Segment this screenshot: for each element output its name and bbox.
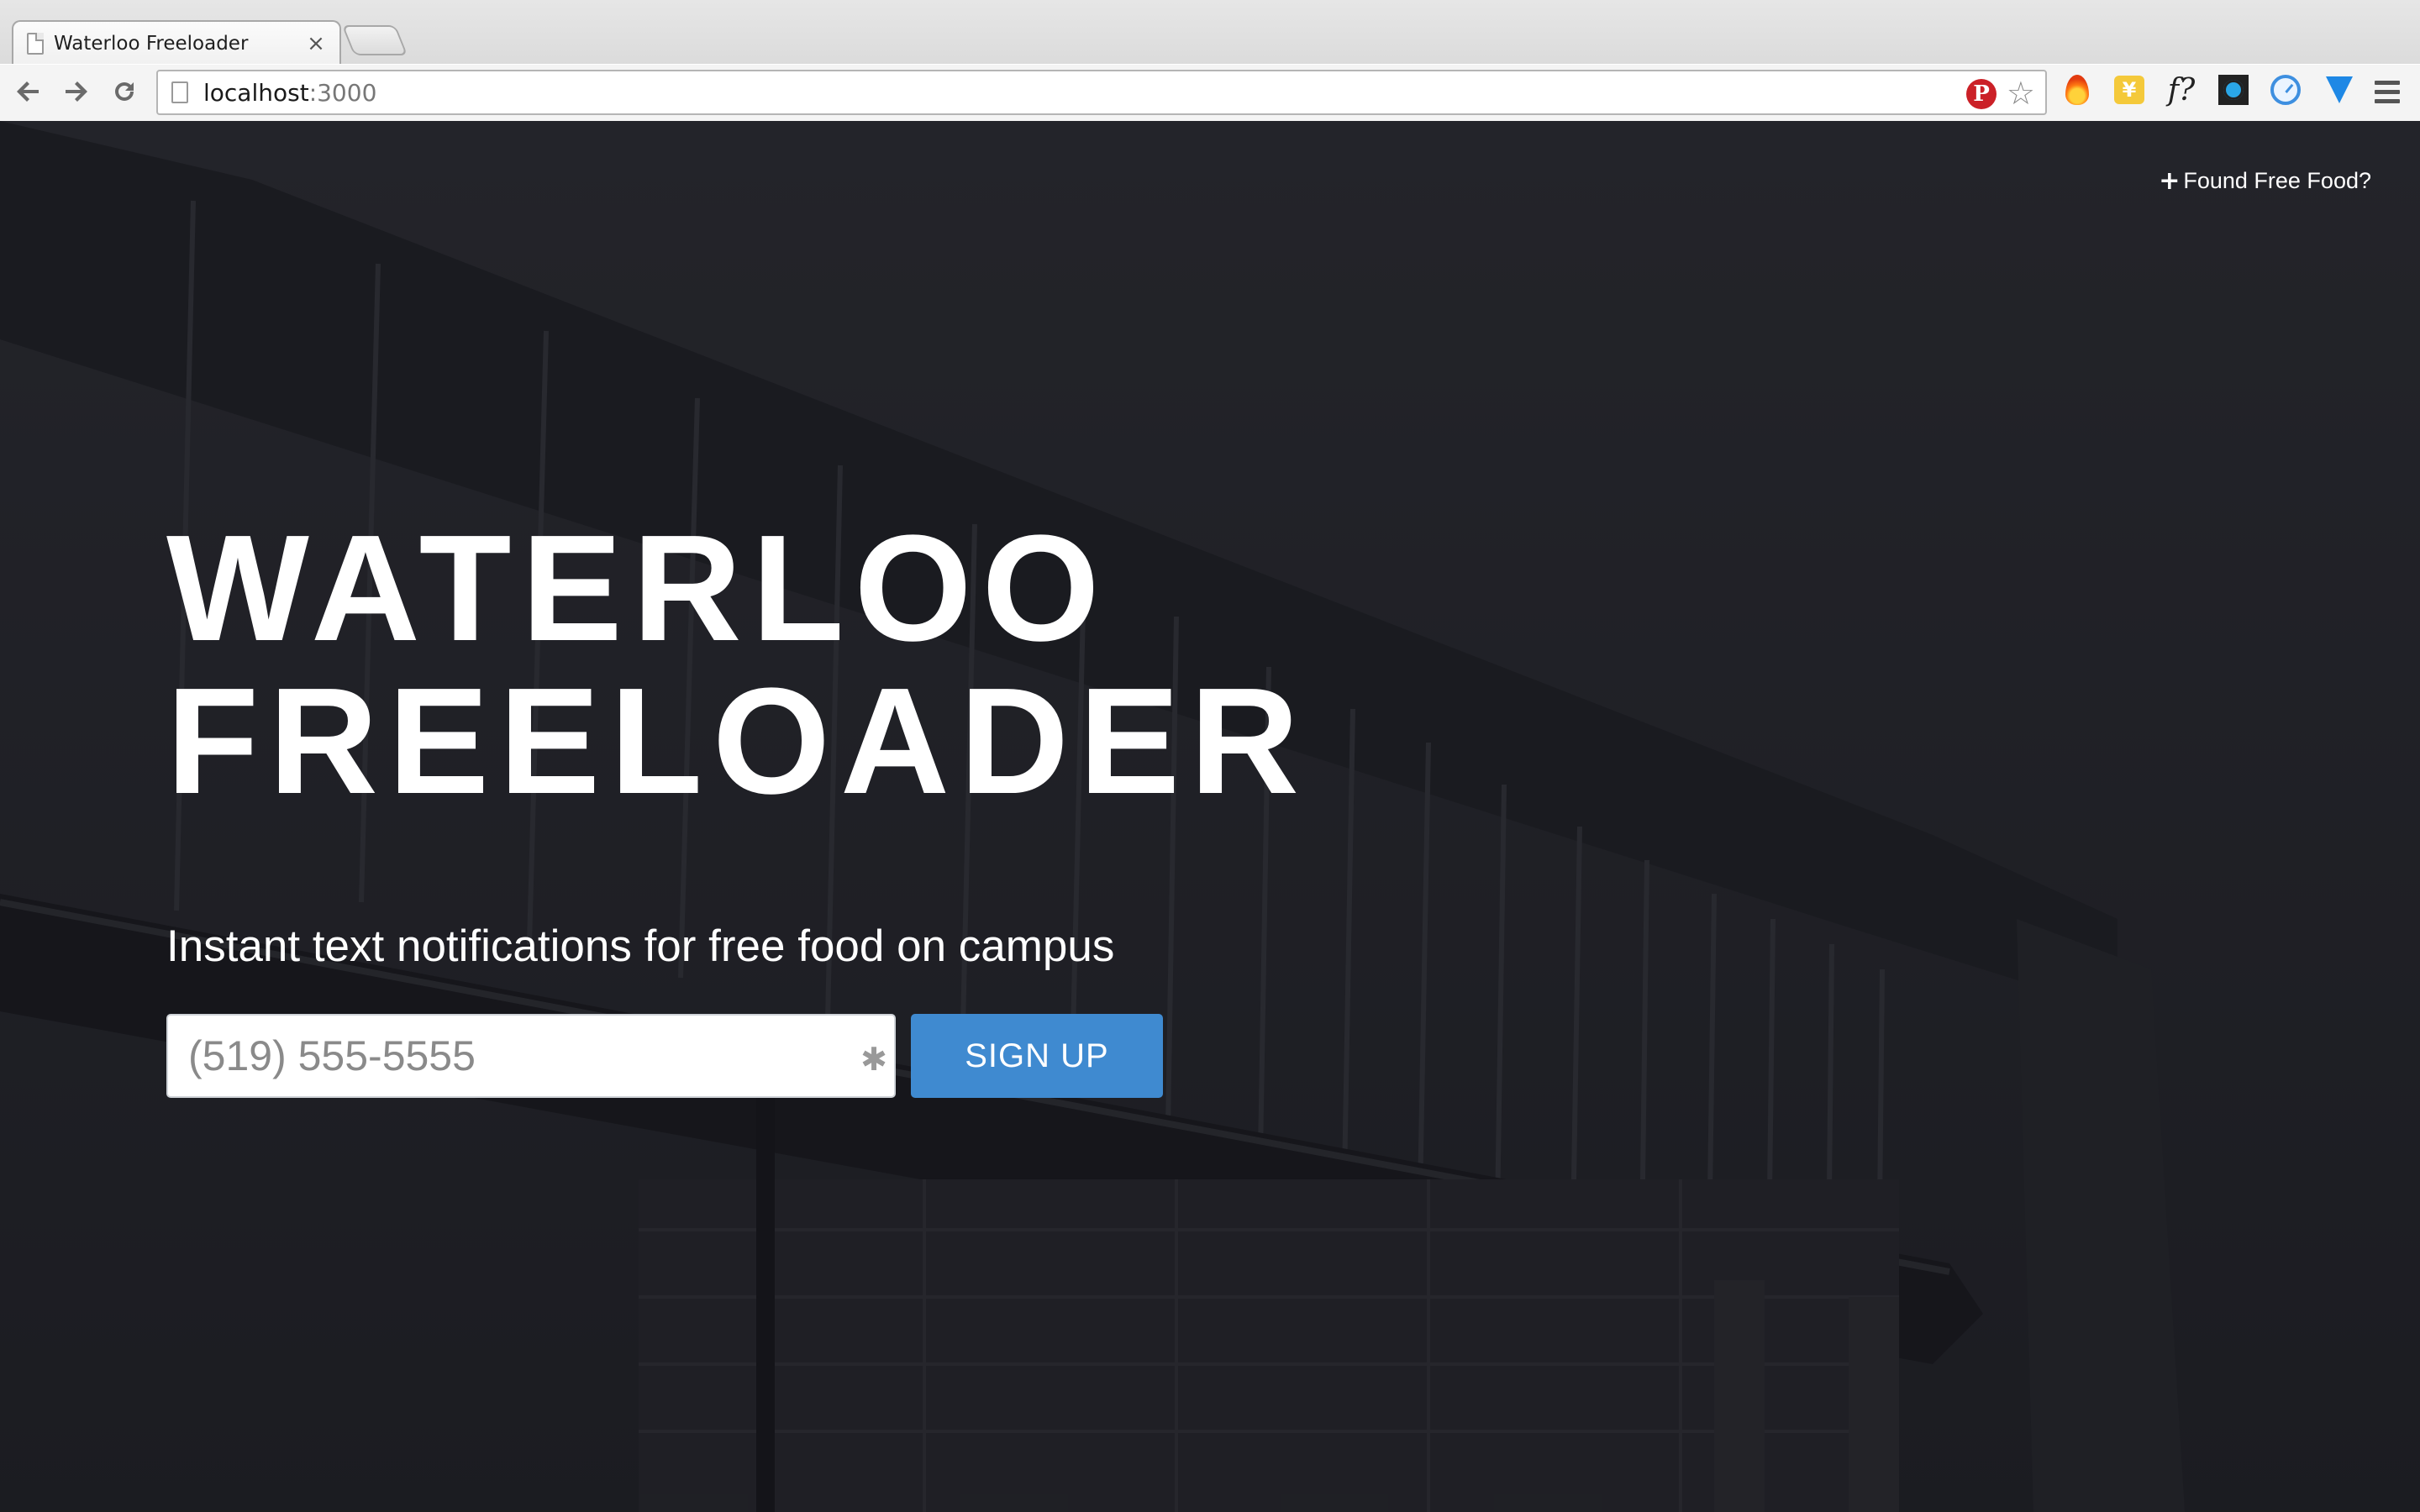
signup-form: ✱ SIGN UP (166, 1014, 1309, 1098)
phone-field-wrapper: ✱ (166, 1014, 896, 1098)
page-icon (27, 33, 44, 55)
page-icon (171, 81, 188, 103)
back-arrow-icon[interactable] (12, 75, 45, 108)
title-line-2: FREELOADER (166, 657, 1310, 826)
hero-section: WATERLOO FREELOADER Instant text notific… (166, 512, 1309, 1098)
address-bar[interactable]: localhost :3000 P ☆ (156, 70, 2047, 115)
phone-input[interactable] (168, 1016, 894, 1096)
gem-extension-icon[interactable] (2321, 71, 2358, 108)
clock-extension-icon[interactable] (2267, 71, 2304, 108)
tab-strip: Waterloo Freeloader × (0, 0, 2420, 66)
found-free-food-label: Found Free Food? (2183, 168, 2371, 193)
url-host: localhost (203, 78, 309, 107)
title-line-1: WATERLOO (166, 504, 1110, 673)
plus-icon: + (2159, 166, 2181, 196)
tab-waterloo-freeloader[interactable]: Waterloo Freeloader × (12, 20, 341, 66)
close-icon[interactable]: × (306, 31, 326, 56)
tab-title: Waterloo Freeloader (54, 33, 249, 55)
hamburger-menu-icon[interactable] (2375, 75, 2408, 108)
new-tab-button[interactable] (341, 25, 408, 55)
sign-up-button[interactable]: SIGN UP (911, 1014, 1163, 1098)
star-icon[interactable]: ☆ (2007, 75, 2035, 112)
browser-toolbar: localhost :3000 P ☆ ¥ f? (0, 64, 2420, 121)
url-port: :3000 (308, 78, 377, 107)
page-title: WATERLOO FREELOADER (166, 512, 1309, 818)
tagline: Instant text notifications for free food… (166, 921, 1115, 971)
reload-icon[interactable] (108, 75, 141, 108)
fire-extension-icon[interactable] (2059, 71, 2096, 108)
pinterest-icon[interactable]: P (1966, 79, 1996, 109)
browser-chrome: Waterloo Freeloader × localhost :3000 P … (0, 0, 2420, 121)
forward-arrow-icon[interactable] (59, 75, 92, 108)
found-free-food-link[interactable]: + Found Free Food? (2159, 166, 2371, 196)
landing-page: + Found Free Food? WATERLOO FREELOADER I… (0, 121, 2420, 1512)
font-identifier-extension-icon[interactable]: f? (2163, 71, 2200, 108)
required-icon: ✱ (860, 1041, 887, 1078)
yen-extension-icon[interactable]: ¥ (2111, 71, 2148, 108)
bug-extension-icon[interactable] (2215, 71, 2252, 108)
